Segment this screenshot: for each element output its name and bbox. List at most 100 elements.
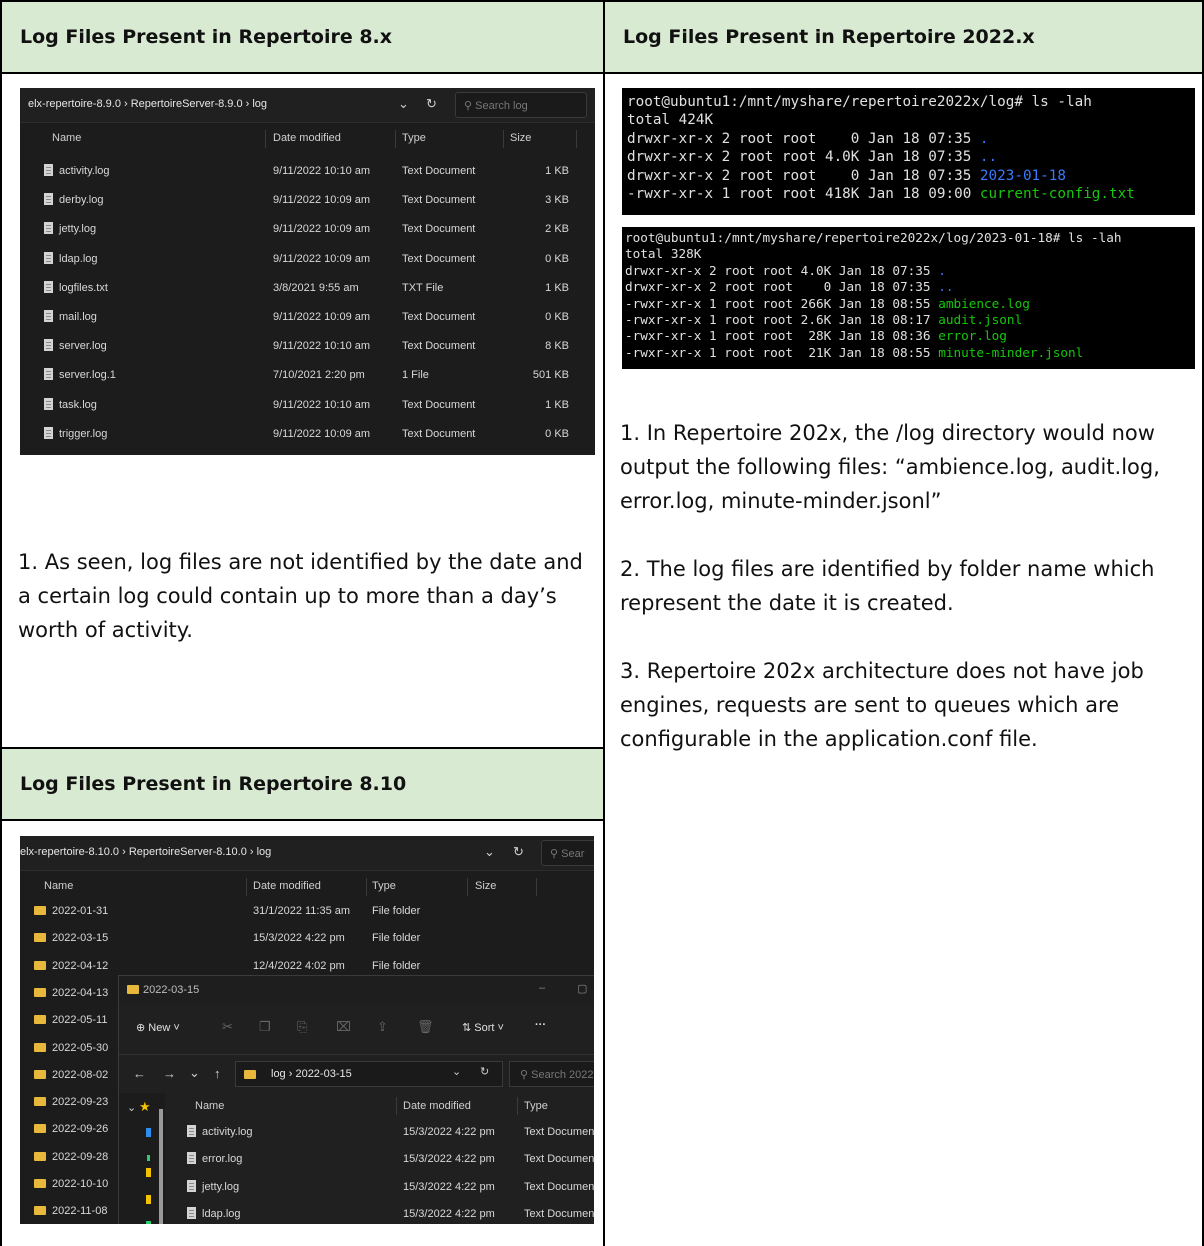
paste-icon[interactable]: ⎘ <box>297 1019 307 1035</box>
column-header-name[interactable]: Name <box>52 125 81 151</box>
copy-icon[interactable]: ❐ <box>259 1019 271 1035</box>
cut-icon[interactable]: ✂ <box>222 1019 233 1035</box>
desktop-icon[interactable] <box>146 1128 151 1137</box>
file-icon <box>187 1152 196 1165</box>
delete-icon[interactable]: 🗑 <box>417 1019 434 1035</box>
file-row[interactable]: jetty.log 9/11/2022 10:09 am Text Document… <box>20 215 595 244</box>
table-border <box>0 0 1204 2</box>
rename-icon[interactable]: ⌧ <box>336 1019 351 1035</box>
column-header-size[interactable]: Size <box>475 873 496 899</box>
file-size: 0 KB <box>545 311 569 323</box>
file-row[interactable]: task.log 9/11/2022 10:10 am Text Document 1… <box>20 391 595 420</box>
file-name-cell: trigger.log <box>44 420 107 449</box>
column-header-date[interactable]: Date modified <box>273 125 341 151</box>
search-input[interactable]: ⚲ Search log <box>455 92 587 118</box>
file-name-cell: logfiles.txt <box>44 274 108 303</box>
file-date: 15/3/2022 4:22 pm <box>403 1126 495 1138</box>
address-bar: elx-repertoire-8.10.0 › RepertoireServer… <box>20 836 594 871</box>
column-divider[interactable] <box>265 130 266 148</box>
folder-icon <box>34 1179 46 1188</box>
file-name: jetty.log <box>59 223 97 236</box>
file-row[interactable]: trigger.log 9/11/2022 10:09 am Text Docume… <box>20 420 595 449</box>
terminal-line-meta: drwxr-xr-x 2 root root 0 Jan 18 07:35 <box>627 130 980 147</box>
file-name-cell: server.log.1 <box>44 361 116 390</box>
file-icon <box>44 368 53 381</box>
file-row[interactable]: ldap.log 15/3/2022 4:22 pm Text Document <box>179 1201 594 1224</box>
file-row[interactable]: jetty.log 15/3/2022 4:22 pm Text Document <box>179 1174 594 1201</box>
column-header-date[interactable]: Date modified <box>253 873 321 899</box>
file-name: error.log <box>202 1153 243 1166</box>
terminal-entry-name: minute-minder.jsonl <box>938 344 1084 360</box>
folder-name-cell: 2022-01-31 <box>34 898 108 925</box>
refresh-icon[interactable]: ↻ <box>426 96 437 112</box>
file-name-cell: task.log <box>44 391 97 420</box>
minimize-icon[interactable]: – <box>539 982 545 994</box>
file-date: 15/3/2022 4:22 pm <box>403 1153 495 1166</box>
column-divider[interactable] <box>396 1097 397 1115</box>
column-header-type[interactable]: Type <box>372 873 396 899</box>
header-repertoire-2022x: Log Files Present in Repertoire 2022.x <box>605 2 1202 72</box>
file-row[interactable]: mail.log 9/11/2022 10:09 am Text Document 0… <box>20 303 595 332</box>
file-row[interactable]: logfiles.txt 3/8/2021 9:55 am TXT File 1 KB <box>20 274 595 303</box>
file-row[interactable]: server.log 9/11/2022 10:10 am Text Documen… <box>20 332 595 361</box>
file-row[interactable]: activity.log 15/3/2022 4:22 pm Text Docume… <box>179 1119 594 1146</box>
column-divider[interactable] <box>395 130 396 148</box>
column-header-size[interactable]: Size <box>510 125 531 151</box>
file-row[interactable]: ldap.log 9/11/2022 10:09 am Text Document 0… <box>20 245 595 274</box>
column-divider[interactable] <box>517 1097 518 1115</box>
new-button[interactable]: ⊕ New ˅ <box>136 1021 180 1034</box>
up-icon[interactable]: ↑ <box>214 1066 221 1081</box>
column-divider[interactable] <box>503 130 504 148</box>
file-date: 9/11/2022 10:10 am <box>273 165 371 177</box>
chevron-down-icon[interactable]: ⌄ <box>452 1065 461 1078</box>
file-name: mail.log <box>59 311 97 323</box>
overlay-column-name[interactable]: Name <box>195 1093 224 1119</box>
file-row[interactable]: server.log.1 7/10/2021 2:20 pm 1 File 501 K… <box>20 361 595 390</box>
chevron-down-icon[interactable]: ⌄ <box>127 1101 136 1114</box>
file-row[interactable]: derby.log 9/11/2022 10:09 am Text Document… <box>20 186 595 215</box>
music-icon[interactable] <box>146 1221 151 1224</box>
search-input[interactable]: ⚲ Sear <box>541 840 594 866</box>
terminal-line: drwxr-xr-x 2 root root 0 Jan 18 07:35 .. <box>625 279 1195 295</box>
pictures-icon[interactable] <box>146 1195 151 1204</box>
column-header-name[interactable]: Name <box>44 873 73 899</box>
forward-icon[interactable]: → <box>163 1066 176 1081</box>
overlay-column-date[interactable]: Date modified <box>403 1093 471 1119</box>
column-divider[interactable] <box>576 130 577 148</box>
file-name-cell: ldap.log <box>44 245 98 274</box>
overlay-search-input[interactable]: ⚲ Search 2022 <box>509 1061 594 1087</box>
column-header-type[interactable]: Type <box>402 125 426 151</box>
chevron-down-icon[interactable]: ⌄ <box>398 96 409 112</box>
star-icon[interactable]: ★ <box>139 1099 151 1115</box>
address-field[interactable]: log › 2022-03-15 ⌄ ↻ <box>235 1061 503 1087</box>
column-divider[interactable] <box>246 878 247 896</box>
folder-row[interactable]: 2022-03-15 15/3/2022 4:22 pm File folder <box>20 925 594 952</box>
scrollbar[interactable] <box>159 1109 163 1224</box>
file-row[interactable]: activity.log 9/11/2022 10:10 am Text Docum… <box>20 157 595 186</box>
column-divider[interactable] <box>536 878 537 896</box>
folder-date: 31/1/2022 11:35 am <box>253 905 351 917</box>
table-border <box>0 747 605 749</box>
chevron-down-icon[interactable]: ⌄ <box>484 844 495 860</box>
more-options-button[interactable]: ··· <box>535 1019 546 1031</box>
recent-locations-icon[interactable]: ⌄ <box>189 1065 200 1081</box>
overlay-column-type[interactable]: Type <box>524 1093 548 1119</box>
refresh-icon[interactable]: ↻ <box>480 1065 489 1078</box>
column-divider[interactable] <box>366 878 367 896</box>
breadcrumb[interactable]: elx-repertoire-8.10.0 › RepertoireServer… <box>20 846 271 858</box>
column-divider[interactable] <box>467 878 468 896</box>
folder-row[interactable]: 2022-01-31 31/1/2022 11:35 am File folder <box>20 898 594 925</box>
maximize-icon[interactable]: ▢ <box>577 982 587 995</box>
sort-button[interactable]: ⇅ Sort ˅ <box>462 1021 504 1034</box>
share-icon[interactable]: ⇪ <box>377 1019 388 1035</box>
file-row[interactable]: error.log 15/3/2022 4:22 pm Text Document <box>179 1146 594 1173</box>
documents-icon[interactable] <box>146 1168 151 1177</box>
folder-name: 2022-09-28 <box>52 1150 109 1163</box>
folder-name-cell: 2022-08-02 <box>34 1062 108 1089</box>
file-icon <box>187 1207 196 1220</box>
breadcrumb[interactable]: elx-repertoire-8.9.0 › RepertoireServer-… <box>28 98 267 110</box>
file-size: 1 KB <box>545 165 569 177</box>
back-icon[interactable]: ← <box>133 1066 146 1081</box>
refresh-icon[interactable]: ↻ <box>513 844 524 860</box>
downloads-icon[interactable] <box>147 1155 150 1161</box>
